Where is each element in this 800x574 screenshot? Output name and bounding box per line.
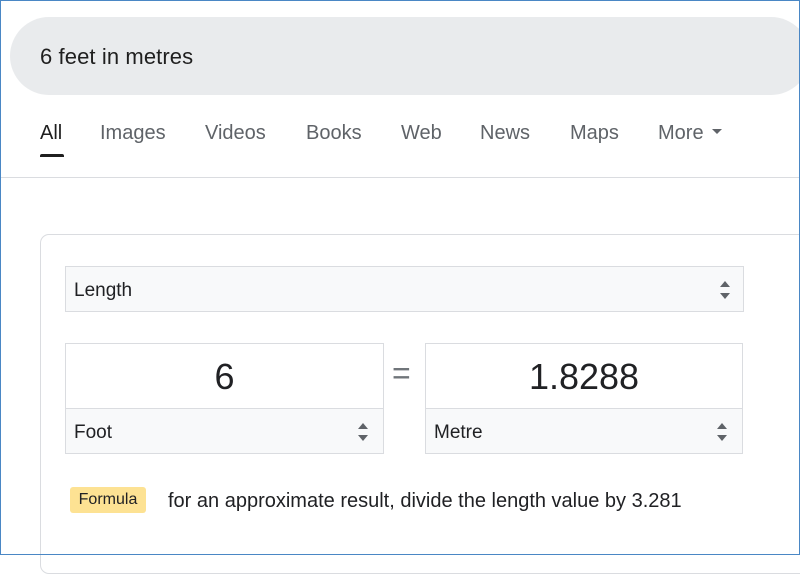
to-value-input[interactable]: 1.8288: [425, 343, 743, 409]
search-query[interactable]: 6 feet in metres: [40, 44, 193, 70]
tab-web[interactable]: Web: [401, 122, 442, 145]
tab-images[interactable]: Images: [100, 122, 166, 145]
tab-videos[interactable]: Videos: [205, 122, 266, 145]
from-value-input[interactable]: 6: [65, 343, 384, 409]
tabs-divider: [0, 177, 800, 178]
to-unit-select[interactable]: Metre: [425, 408, 743, 454]
tab-books[interactable]: Books: [306, 122, 362, 145]
formula-text: for an approximate result, divide the le…: [168, 490, 682, 512]
from-unit-label: Foot: [74, 422, 113, 443]
caret-down-icon: [711, 129, 722, 135]
active-tab-indicator: [40, 154, 64, 157]
category-select-label: Length: [74, 280, 133, 301]
up-down-arrows-icon: [719, 280, 731, 300]
to-unit-label: Metre: [434, 422, 483, 443]
up-down-arrows-icon: [716, 422, 728, 442]
category-select[interactable]: Length: [65, 266, 744, 312]
tab-maps[interactable]: Maps: [570, 122, 619, 145]
from-unit-select[interactable]: Foot: [65, 408, 384, 454]
from-value: 6: [214, 356, 235, 397]
tab-more-label: More: [658, 122, 704, 144]
tab-all[interactable]: All: [40, 122, 62, 145]
tab-news[interactable]: News: [480, 122, 530, 145]
tab-more[interactable]: More: [658, 122, 722, 145]
formula-badge: Formula: [70, 487, 146, 513]
search-tabs: All Images Videos Books Web News Maps Mo…: [0, 122, 800, 162]
to-value: 1.8288: [528, 356, 640, 397]
up-down-arrows-icon: [357, 422, 369, 442]
equals-sign: =: [392, 355, 411, 391]
